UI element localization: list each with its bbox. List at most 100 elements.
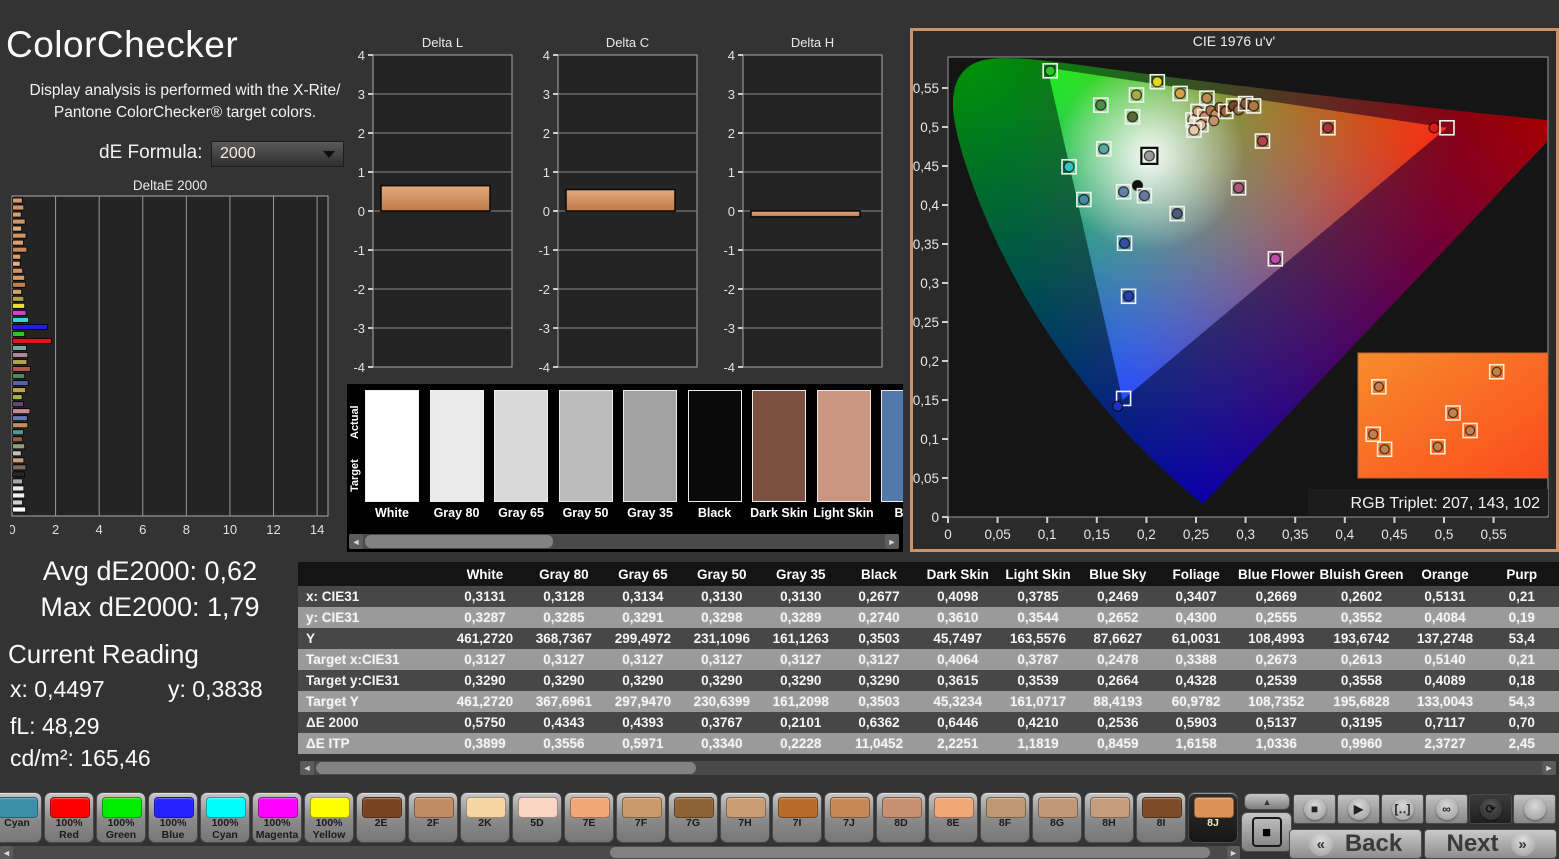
patch-button-7f[interactable]: 7F [616, 792, 666, 843]
patch-button-8g[interactable]: 8G [1032, 792, 1082, 843]
svg-text:Delta C: Delta C [606, 35, 649, 50]
next-button[interactable]: Next » [1424, 829, 1557, 859]
scroll-right-icon[interactable]: ► [1227, 846, 1240, 859]
svg-text:0,45: 0,45 [913, 159, 939, 174]
color-chip [102, 797, 142, 818]
stop-square-icon: ■ [1251, 817, 1282, 847]
collapse-up-button[interactable]: ▲ [1244, 793, 1290, 810]
swatch-gray-35[interactable] [623, 390, 677, 502]
swatch-black[interactable] [687, 390, 742, 502]
patch-button-100-magenta[interactable]: 100% Magenta [252, 792, 302, 843]
patch-button-100-yellow[interactable]: 100% Yellow [304, 792, 354, 843]
table-cell: 87,6627 [1078, 628, 1158, 649]
patch-button-7i[interactable]: 7I [772, 792, 822, 843]
patch-button-8j[interactable]: 8J [1188, 792, 1238, 843]
patch-button-100-blue[interactable]: 100% Blue [148, 792, 198, 843]
svg-text:0,35: 0,35 [1282, 527, 1308, 542]
stop-measure-button[interactable]: ■ [1241, 812, 1292, 852]
scroll-right-icon[interactable]: ► [1542, 761, 1556, 775]
loop-button[interactable]: ∞ [1425, 794, 1468, 824]
svg-text:-2: -2 [723, 282, 735, 297]
table-cell: 108,7352 [1234, 691, 1318, 712]
scroll-right-icon[interactable]: ► [885, 534, 899, 549]
patch-button-2k[interactable]: 2K [460, 792, 510, 843]
swatch-gray-50[interactable] [558, 390, 613, 502]
table-scrollbar[interactable]: ◄ ► [300, 761, 1556, 775]
patch-button-100-green[interactable]: 100% Green [96, 792, 146, 843]
color-chip [1142, 797, 1182, 818]
toolbar-scrollbar-thumb[interactable] [610, 847, 1210, 858]
patch-button-8d[interactable]: 8D [876, 792, 926, 843]
patch-button-7g[interactable]: 7G [668, 792, 718, 843]
patch-button-8i[interactable]: 8I [1136, 792, 1186, 843]
patch-button-cyan[interactable]: Cyan [0, 792, 42, 843]
blank-button[interactable] [1513, 794, 1556, 824]
table-cell: 0,4064 [917, 649, 998, 670]
de-formula-dropdown[interactable]: 2000 [211, 141, 344, 167]
table-cell: 0,2539 [1234, 670, 1318, 691]
svg-text:0,15: 0,15 [913, 393, 939, 408]
patch-button-8h[interactable]: 8H [1084, 792, 1134, 843]
table-cell: 0,3290 [761, 670, 841, 691]
table-cell: 0,3287 [445, 607, 525, 628]
table-cell: 368,7367 [524, 628, 604, 649]
table-cell: 0,3290 [840, 670, 918, 691]
table-cell: 0,3503 [840, 628, 918, 649]
table-cell: 0,3556 [524, 733, 604, 754]
table-cell: 0,3127 [761, 649, 841, 670]
range-button[interactable]: [‥] [1381, 794, 1424, 824]
patch-button-2f[interactable]: 2F [408, 792, 458, 843]
swatch-gray-65[interactable] [494, 390, 548, 502]
scroll-left-icon[interactable]: ◄ [300, 761, 314, 775]
svg-text:0,55: 0,55 [1480, 527, 1506, 542]
patch-button-8e[interactable]: 8E [928, 792, 978, 843]
swatch-light-skin[interactable] [816, 390, 871, 502]
svg-text:0: 0 [931, 510, 939, 525]
swatch-scrollbar-thumb[interactable] [365, 535, 553, 548]
svg-text:6: 6 [139, 522, 146, 537]
play-button[interactable]: ▶ [1337, 794, 1380, 824]
svg-text:0,45: 0,45 [1381, 527, 1407, 542]
table-cell: 0,3615 [917, 670, 998, 691]
refresh-button[interactable]: ⟳ [1469, 794, 1512, 824]
svg-text:0: 0 [944, 527, 952, 542]
row-label: Target y:CIE31 [298, 670, 446, 691]
table-cell: 230,6399 [682, 691, 762, 712]
cie-1976-chart: CIE 1976 u'v' 0 0,05 0,1 0,15 0,2 0,25 0,3 0,35 0… [910, 28, 1559, 552]
svg-text:0: 0 [728, 204, 735, 219]
table-cell: 0,3290 [524, 670, 604, 691]
table-cell: 1,1819 [997, 733, 1079, 754]
swatch-gray-80[interactable] [429, 390, 484, 502]
swatch-blue[interactable] [881, 390, 903, 502]
table-cell: 0,2664 [1078, 670, 1158, 691]
scroll-left-icon[interactable]: ◄ [349, 534, 363, 549]
swatch-scrollbar[interactable]: ◄ ► [349, 534, 899, 549]
patch-button-2e[interactable]: 2E [356, 792, 406, 843]
patch-button-label: 8I [1156, 817, 1166, 829]
patch-button-7e[interactable]: 7E [564, 792, 614, 843]
patch-button-5d[interactable]: 5D [512, 792, 562, 843]
color-chip [466, 797, 506, 818]
page-title: ColorChecker [6, 24, 239, 65]
current-fl: fL: 48,29 [10, 713, 100, 739]
patch-button-8f[interactable]: 8F [980, 792, 1030, 843]
swatch-white[interactable] [365, 390, 419, 502]
toolbar-scrollbar[interactable]: ◄ ► [0, 846, 1240, 859]
svg-text:3: 3 [543, 87, 550, 102]
table-scrollbar-thumb[interactable] [316, 762, 696, 774]
patch-button-100-cyan[interactable]: 100% Cyan [200, 792, 250, 843]
patch-button-7h[interactable]: 7H [720, 792, 770, 843]
patch-button-label: 100% Green [105, 817, 137, 841]
patch-button-7j[interactable]: 7J [824, 792, 874, 843]
swatch-dark-skin[interactable] [752, 390, 806, 502]
stop-button[interactable]: ■ [1293, 794, 1336, 824]
table-cell: 299,4972 [603, 628, 683, 649]
back-button[interactable]: « Back [1289, 829, 1422, 859]
table-cell: 1,6158 [1157, 733, 1235, 754]
measurement-table-wrap: White Gray 80 Gray 65 Gray 50 Gray 35 Black Da… [298, 562, 1559, 759]
scroll-left-icon[interactable]: ◄ [0, 846, 13, 859]
color-chip [362, 797, 402, 818]
svg-text:14: 14 [310, 522, 324, 537]
table-cell: 0,5140 [1405, 649, 1485, 670]
patch-button-100-red[interactable]: 100% Red [44, 792, 94, 843]
